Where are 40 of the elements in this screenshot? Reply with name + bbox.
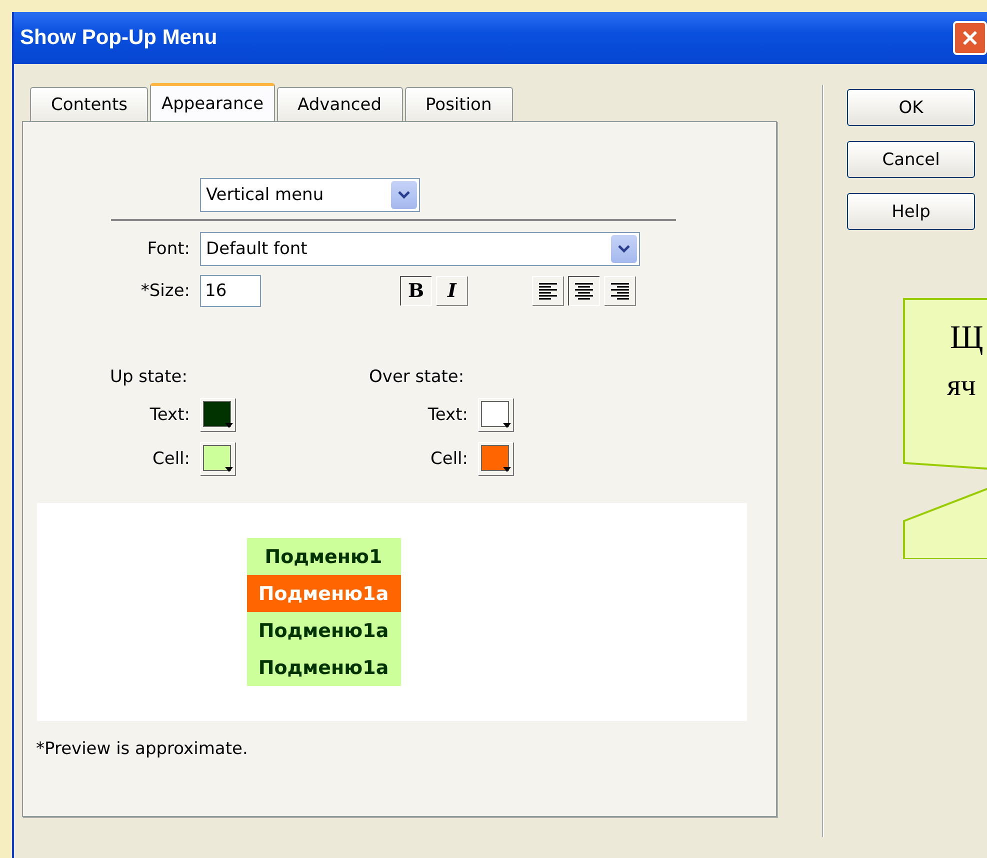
- window-title: Show Pop-Up Menu: [20, 26, 218, 50]
- state-heading: Over state:: [369, 367, 466, 389]
- font-dropdown[interactable]: Default font: [200, 232, 640, 266]
- tab[interactable]: Advanced: [276, 87, 403, 121]
- bold-button[interactable]: B: [400, 276, 432, 306]
- callout-text: яч: [947, 368, 977, 404]
- dropdown-arrow-icon: [225, 467, 233, 472]
- close-icon: [961, 29, 979, 47]
- dialog-button[interactable]: OK: [847, 89, 975, 126]
- align-right-icon: [610, 282, 630, 300]
- dialog-button[interactable]: Help: [847, 193, 975, 230]
- state-heading: Up state:: [110, 367, 188, 389]
- footnote: *Preview is approximate.: [36, 739, 248, 759]
- tab[interactable]: Position: [404, 87, 513, 121]
- close-button[interactable]: [953, 21, 987, 55]
- color-picker-button[interactable]: [200, 398, 236, 432]
- dropdown-arrow-icon: [503, 467, 511, 472]
- tab[interactable]: Appearance: [150, 83, 275, 121]
- dropdown-arrow-icon: [503, 423, 511, 428]
- align-center-icon: [574, 282, 594, 300]
- size-field[interactable]: 16: [200, 275, 261, 307]
- color-label: Cell:: [152, 449, 190, 469]
- dropdown-arrow-icon: [225, 423, 233, 428]
- align-left-button[interactable]: [532, 276, 564, 306]
- color-picker-button[interactable]: [478, 442, 514, 476]
- color-label: Text:: [428, 405, 468, 425]
- italic-button[interactable]: I: [436, 276, 468, 306]
- align-right-button[interactable]: [604, 276, 636, 306]
- color-label: Text:: [150, 405, 190, 425]
- align-center-button[interactable]: [568, 276, 600, 306]
- size-label: *Size:: [140, 281, 191, 301]
- dialog-button[interactable]: Cancel: [847, 141, 975, 178]
- color-picker-button[interactable]: [478, 398, 514, 432]
- color-picker-button[interactable]: [200, 442, 236, 476]
- font-label: Font:: [146, 239, 191, 259]
- align-left-icon: [538, 282, 558, 300]
- menu-type-dropdown[interactable]: Vertical menu: [200, 178, 420, 212]
- callout-text: Щ: [950, 319, 984, 358]
- color-label: Cell:: [430, 449, 468, 469]
- tab[interactable]: Contents: [30, 87, 148, 121]
